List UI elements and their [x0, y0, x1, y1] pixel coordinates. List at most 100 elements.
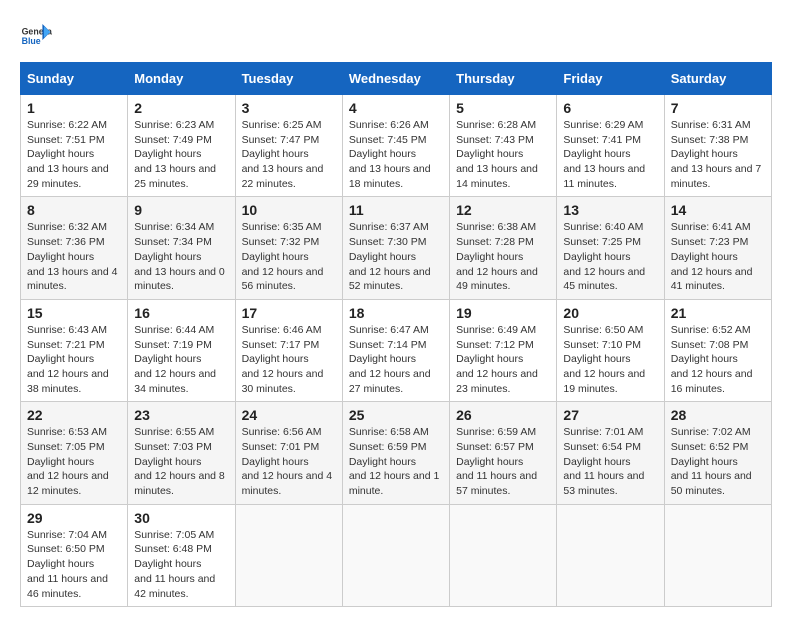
day-number: 30: [134, 510, 228, 526]
calendar-cell: [450, 504, 557, 606]
calendar-header-row: SundayMondayTuesdayWednesdayThursdayFrid…: [21, 63, 772, 95]
day-number: 20: [563, 305, 657, 321]
day-number: 10: [242, 202, 336, 218]
calendar-cell: 3 Sunrise: 6:25 AM Sunset: 7:47 PM Dayli…: [235, 95, 342, 197]
calendar-week-2: 8 Sunrise: 6:32 AM Sunset: 7:36 PM Dayli…: [21, 197, 772, 299]
calendar-cell: 22 Sunrise: 6:53 AM Sunset: 7:05 PM Dayl…: [21, 402, 128, 504]
calendar-cell: 6 Sunrise: 6:29 AM Sunset: 7:41 PM Dayli…: [557, 95, 664, 197]
day-number: 23: [134, 407, 228, 423]
calendar-cell: 2 Sunrise: 6:23 AM Sunset: 7:49 PM Dayli…: [128, 95, 235, 197]
day-info: Sunrise: 6:32 AM Sunset: 7:36 PM Dayligh…: [27, 220, 121, 293]
day-info: Sunrise: 6:50 AM Sunset: 7:10 PM Dayligh…: [563, 323, 657, 396]
day-number: 26: [456, 407, 550, 423]
day-info: Sunrise: 6:22 AM Sunset: 7:51 PM Dayligh…: [27, 118, 121, 191]
logo: General Blue: [20, 20, 52, 52]
calendar-cell: 26 Sunrise: 6:59 AM Sunset: 6:57 PM Dayl…: [450, 402, 557, 504]
calendar-cell: 18 Sunrise: 6:47 AM Sunset: 7:14 PM Dayl…: [342, 299, 449, 401]
calendar-cell: 7 Sunrise: 6:31 AM Sunset: 7:38 PM Dayli…: [664, 95, 771, 197]
day-number: 13: [563, 202, 657, 218]
day-info: Sunrise: 6:43 AM Sunset: 7:21 PM Dayligh…: [27, 323, 121, 396]
day-info: Sunrise: 6:59 AM Sunset: 6:57 PM Dayligh…: [456, 425, 550, 498]
day-info: Sunrise: 7:05 AM Sunset: 6:48 PM Dayligh…: [134, 528, 228, 601]
day-info: Sunrise: 6:26 AM Sunset: 7:45 PM Dayligh…: [349, 118, 443, 191]
day-number: 19: [456, 305, 550, 321]
day-number: 5: [456, 100, 550, 116]
day-info: Sunrise: 6:29 AM Sunset: 7:41 PM Dayligh…: [563, 118, 657, 191]
day-number: 15: [27, 305, 121, 321]
calendar-cell: 9 Sunrise: 6:34 AM Sunset: 7:34 PM Dayli…: [128, 197, 235, 299]
calendar-table: SundayMondayTuesdayWednesdayThursdayFrid…: [20, 62, 772, 607]
day-number: 28: [671, 407, 765, 423]
header-monday: Monday: [128, 63, 235, 95]
day-number: 18: [349, 305, 443, 321]
day-number: 1: [27, 100, 121, 116]
calendar-week-5: 29 Sunrise: 7:04 AM Sunset: 6:50 PM Dayl…: [21, 504, 772, 606]
calendar-week-4: 22 Sunrise: 6:53 AM Sunset: 7:05 PM Dayl…: [21, 402, 772, 504]
day-info: Sunrise: 6:52 AM Sunset: 7:08 PM Dayligh…: [671, 323, 765, 396]
calendar-cell: 13 Sunrise: 6:40 AM Sunset: 7:25 PM Dayl…: [557, 197, 664, 299]
page-header: General Blue: [20, 20, 772, 52]
day-info: Sunrise: 6:47 AM Sunset: 7:14 PM Dayligh…: [349, 323, 443, 396]
day-info: Sunrise: 6:40 AM Sunset: 7:25 PM Dayligh…: [563, 220, 657, 293]
logo-icon: General Blue: [20, 20, 52, 52]
calendar-cell: 27 Sunrise: 7:01 AM Sunset: 6:54 PM Dayl…: [557, 402, 664, 504]
day-number: 4: [349, 100, 443, 116]
day-number: 14: [671, 202, 765, 218]
calendar-cell: 1 Sunrise: 6:22 AM Sunset: 7:51 PM Dayli…: [21, 95, 128, 197]
day-number: 6: [563, 100, 657, 116]
calendar-cell: [664, 504, 771, 606]
day-info: Sunrise: 6:58 AM Sunset: 6:59 PM Dayligh…: [349, 425, 443, 498]
calendar-cell: 29 Sunrise: 7:04 AM Sunset: 6:50 PM Dayl…: [21, 504, 128, 606]
header-thursday: Thursday: [450, 63, 557, 95]
calendar-cell: 23 Sunrise: 6:55 AM Sunset: 7:03 PM Dayl…: [128, 402, 235, 504]
calendar-cell: 14 Sunrise: 6:41 AM Sunset: 7:23 PM Dayl…: [664, 197, 771, 299]
calendar-cell: 30 Sunrise: 7:05 AM Sunset: 6:48 PM Dayl…: [128, 504, 235, 606]
day-info: Sunrise: 6:28 AM Sunset: 7:43 PM Dayligh…: [456, 118, 550, 191]
day-info: Sunrise: 6:44 AM Sunset: 7:19 PM Dayligh…: [134, 323, 228, 396]
calendar-cell: [557, 504, 664, 606]
header-wednesday: Wednesday: [342, 63, 449, 95]
day-number: 8: [27, 202, 121, 218]
day-info: Sunrise: 7:01 AM Sunset: 6:54 PM Dayligh…: [563, 425, 657, 498]
day-number: 9: [134, 202, 228, 218]
header-tuesday: Tuesday: [235, 63, 342, 95]
day-info: Sunrise: 6:38 AM Sunset: 7:28 PM Dayligh…: [456, 220, 550, 293]
calendar-cell: 4 Sunrise: 6:26 AM Sunset: 7:45 PM Dayli…: [342, 95, 449, 197]
day-info: Sunrise: 7:02 AM Sunset: 6:52 PM Dayligh…: [671, 425, 765, 498]
day-number: 2: [134, 100, 228, 116]
day-number: 21: [671, 305, 765, 321]
day-info: Sunrise: 6:56 AM Sunset: 7:01 PM Dayligh…: [242, 425, 336, 498]
day-number: 27: [563, 407, 657, 423]
day-info: Sunrise: 6:25 AM Sunset: 7:47 PM Dayligh…: [242, 118, 336, 191]
calendar-cell: 11 Sunrise: 6:37 AM Sunset: 7:30 PM Dayl…: [342, 197, 449, 299]
calendar-cell: 21 Sunrise: 6:52 AM Sunset: 7:08 PM Dayl…: [664, 299, 771, 401]
day-info: Sunrise: 6:35 AM Sunset: 7:32 PM Dayligh…: [242, 220, 336, 293]
day-info: Sunrise: 7:04 AM Sunset: 6:50 PM Dayligh…: [27, 528, 121, 601]
calendar-cell: 12 Sunrise: 6:38 AM Sunset: 7:28 PM Dayl…: [450, 197, 557, 299]
day-info: Sunrise: 6:23 AM Sunset: 7:49 PM Dayligh…: [134, 118, 228, 191]
day-info: Sunrise: 6:41 AM Sunset: 7:23 PM Dayligh…: [671, 220, 765, 293]
day-info: Sunrise: 6:49 AM Sunset: 7:12 PM Dayligh…: [456, 323, 550, 396]
day-number: 24: [242, 407, 336, 423]
calendar-cell: 16 Sunrise: 6:44 AM Sunset: 7:19 PM Dayl…: [128, 299, 235, 401]
calendar-cell: 25 Sunrise: 6:58 AM Sunset: 6:59 PM Dayl…: [342, 402, 449, 504]
calendar-cell: 20 Sunrise: 6:50 AM Sunset: 7:10 PM Dayl…: [557, 299, 664, 401]
day-number: 17: [242, 305, 336, 321]
calendar-cell: 10 Sunrise: 6:35 AM Sunset: 7:32 PM Dayl…: [235, 197, 342, 299]
calendar-cell: 17 Sunrise: 6:46 AM Sunset: 7:17 PM Dayl…: [235, 299, 342, 401]
day-info: Sunrise: 6:53 AM Sunset: 7:05 PM Dayligh…: [27, 425, 121, 498]
calendar-cell: 5 Sunrise: 6:28 AM Sunset: 7:43 PM Dayli…: [450, 95, 557, 197]
calendar-cell: 24 Sunrise: 6:56 AM Sunset: 7:01 PM Dayl…: [235, 402, 342, 504]
calendar-cell: 8 Sunrise: 6:32 AM Sunset: 7:36 PM Dayli…: [21, 197, 128, 299]
day-info: Sunrise: 6:55 AM Sunset: 7:03 PM Dayligh…: [134, 425, 228, 498]
day-number: 16: [134, 305, 228, 321]
day-number: 3: [242, 100, 336, 116]
calendar-week-1: 1 Sunrise: 6:22 AM Sunset: 7:51 PM Dayli…: [21, 95, 772, 197]
day-number: 12: [456, 202, 550, 218]
header-saturday: Saturday: [664, 63, 771, 95]
calendar-cell: 28 Sunrise: 7:02 AM Sunset: 6:52 PM Dayl…: [664, 402, 771, 504]
calendar-cell: 15 Sunrise: 6:43 AM Sunset: 7:21 PM Dayl…: [21, 299, 128, 401]
header-sunday: Sunday: [21, 63, 128, 95]
day-info: Sunrise: 6:37 AM Sunset: 7:30 PM Dayligh…: [349, 220, 443, 293]
svg-text:Blue: Blue: [22, 36, 41, 46]
